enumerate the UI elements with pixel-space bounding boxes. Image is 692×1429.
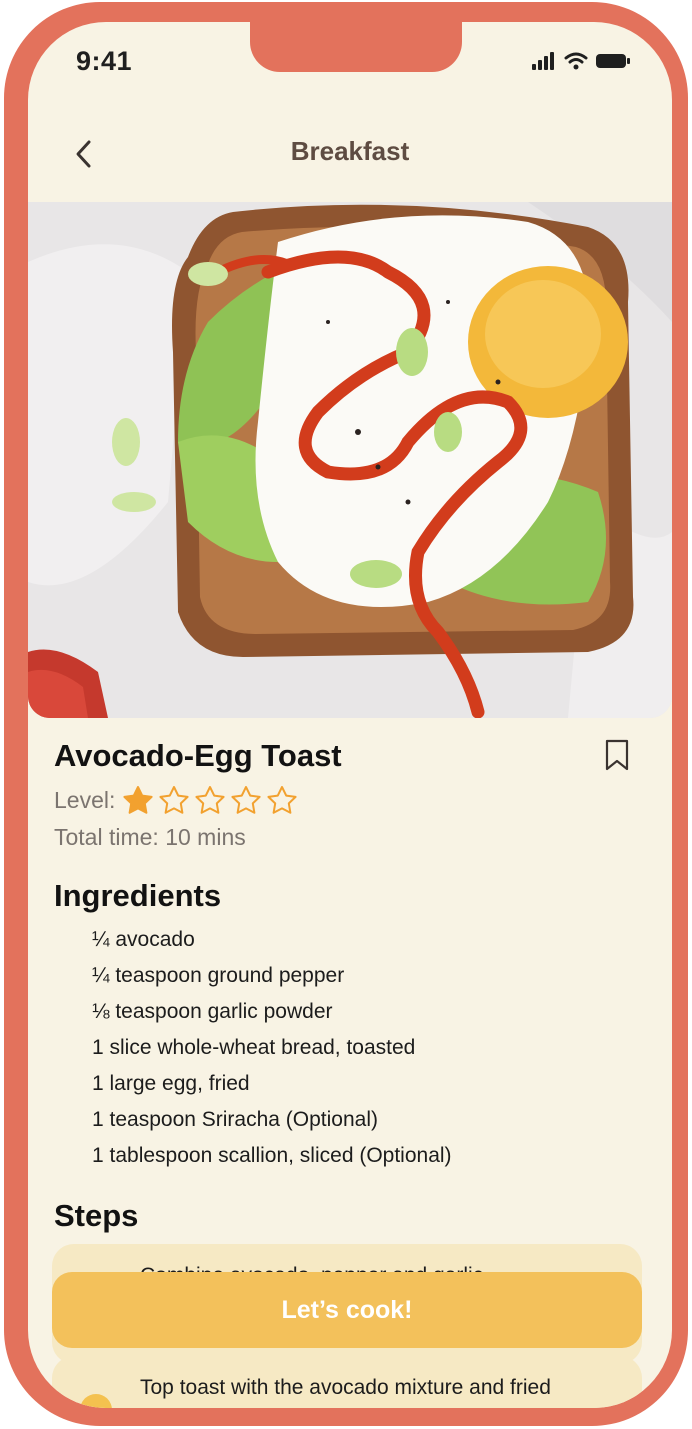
total-time: Total time: 10 mins — [54, 824, 246, 850]
page-title: Breakfast — [290, 136, 410, 166]
star-filled-icon — [123, 786, 153, 814]
step-text: Top toast with the avocado mixture and f… — [140, 1376, 551, 1399]
ingredient-item: 1 tablespoon scallion, sliced (Optional) — [92, 1144, 452, 1167]
ingredient-item: ⅛ teaspoon garlic powder — [92, 1000, 333, 1023]
star-outline-icon — [159, 786, 189, 814]
status-icons — [532, 52, 630, 70]
ingredient-item: 1 slice whole-wheat bread, toasted — [92, 1036, 416, 1059]
avocado-toast-photo — [28, 202, 672, 718]
battery-icon — [596, 54, 630, 68]
ingredients-heading: Ingredients — [54, 878, 222, 913]
recipe-title: Avocado-Egg Toast — [54, 738, 342, 773]
recipe-hero-image — [28, 202, 672, 718]
star-outline-icon — [267, 786, 297, 814]
bookmark-icon[interactable] — [602, 738, 632, 772]
difficulty-level: Level: — [54, 784, 299, 816]
level-label: Level: — [54, 786, 116, 813]
device-frame: 9:41 Breakfast Avocado-Egg Toast Level: … — [4, 2, 688, 1426]
step-number-badge — [80, 1394, 112, 1408]
ingredient-item: ¼ avocado — [92, 928, 195, 951]
lets-cook-button[interactable]: Let’s cook! — [52, 1272, 642, 1348]
level-stars — [121, 784, 299, 816]
device-notch — [250, 22, 462, 72]
ingredient-item: ¼ teaspoon ground pepper — [92, 964, 345, 987]
star-outline-icon — [231, 786, 261, 814]
signal-icon — [532, 52, 554, 70]
steps-heading: Steps — [54, 1198, 139, 1233]
status-time: 9:41 — [76, 46, 133, 76]
ingredient-item: 1 teaspoon Sriracha (Optional) — [92, 1108, 378, 1131]
step-card[interactable]: Top toast with the avocado mixture and f… — [52, 1356, 642, 1408]
wifi-icon — [564, 52, 588, 70]
app-screen: 9:41 Breakfast Avocado-Egg Toast Level: … — [28, 22, 672, 1408]
star-outline-icon — [195, 786, 225, 814]
ingredient-item: 1 large egg, fried — [92, 1072, 250, 1095]
ingredients-list: ¼ avocado ¼ teaspoon ground pepper ⅛ tea… — [92, 926, 452, 1178]
